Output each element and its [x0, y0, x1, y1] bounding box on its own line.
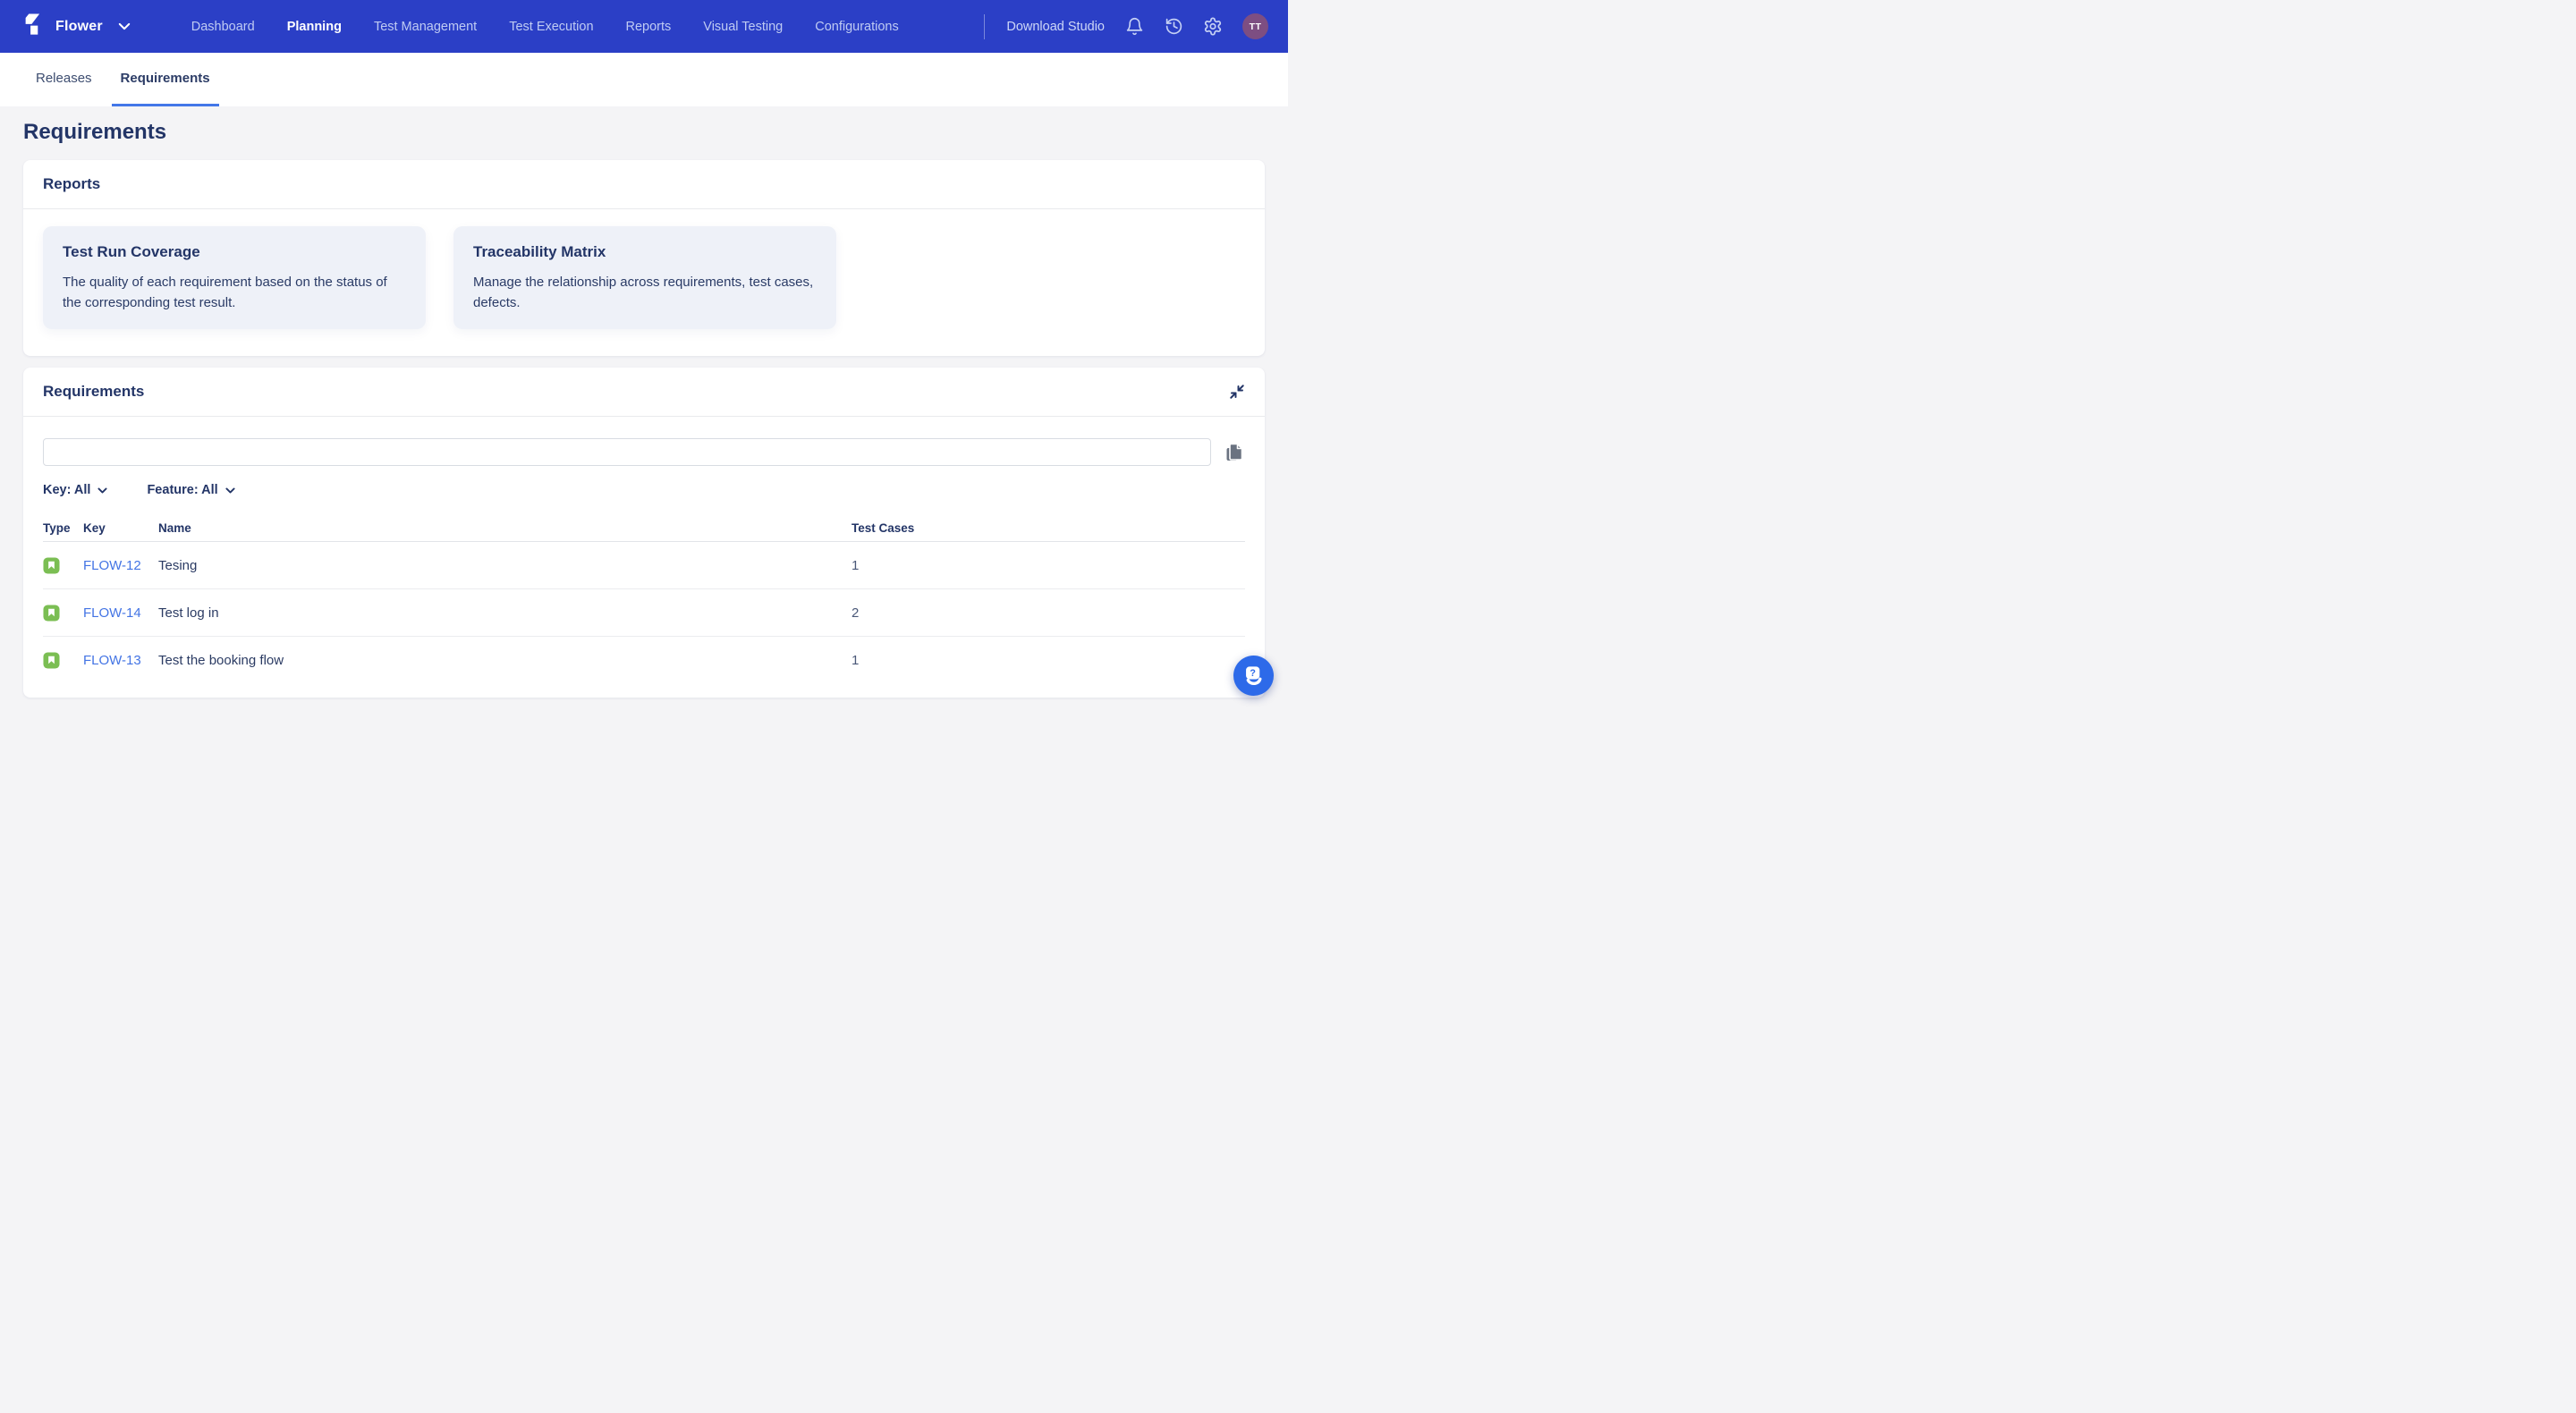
nav-item-test-execution[interactable]: Test Execution — [509, 20, 593, 34]
table-row: FLOW-12 Tesing 1 — [43, 542, 1245, 589]
requirement-type-icon — [43, 652, 60, 669]
katalon-logo-icon — [22, 12, 40, 42]
report-tile-description: Manage the relationship across requireme… — [473, 272, 817, 313]
navbar-right: Download Studio TT — [984, 13, 1268, 39]
reports-card-body: Test Run Coverage The quality of each re… — [23, 209, 1265, 356]
chevron-down-icon — [225, 487, 235, 494]
sub-tabbar: Releases Requirements — [0, 53, 1288, 106]
reports-card-title: Reports — [43, 175, 100, 193]
requirement-key-link[interactable]: FLOW-12 — [83, 558, 158, 573]
tab-requirements-label: Requirements — [121, 71, 210, 86]
chevron-down-icon — [97, 487, 107, 494]
main-nav: Dashboard Planning Test Management Test … — [191, 20, 899, 34]
requirement-key-link[interactable]: FLOW-13 — [83, 653, 158, 668]
test-case-count: 1 — [852, 653, 1245, 668]
filters-row: Key: All Feature: All — [43, 483, 1245, 497]
requirement-name: Test the booking flow — [158, 653, 852, 668]
search-row — [43, 438, 1245, 466]
help-button[interactable]: ? — [1233, 656, 1274, 696]
tab-releases-label: Releases — [36, 71, 92, 86]
svg-text:?: ? — [1250, 668, 1256, 679]
report-tile-title: Traceability Matrix — [473, 243, 817, 261]
top-navbar: Flower Dashboard Planning Test Managemen… — [0, 0, 1288, 53]
report-tile-description: The quality of each requirement based on… — [63, 272, 406, 313]
test-case-count: 2 — [852, 605, 1245, 621]
nav-item-configurations[interactable]: Configurations — [815, 20, 899, 34]
requirement-type-icon — [43, 557, 60, 574]
report-tile-test-run-coverage[interactable]: Test Run Coverage The quality of each re… — [43, 226, 426, 329]
requirements-card: Requirements Key: All — [23, 368, 1265, 698]
tab-releases[interactable]: Releases — [27, 53, 101, 106]
requirement-type-icon — [43, 605, 60, 622]
requirement-name: Test log in — [158, 605, 852, 621]
reports-card-header: Reports — [23, 160, 1265, 209]
nav-item-visual-testing[interactable]: Visual Testing — [703, 20, 783, 34]
notifications-bell-icon[interactable] — [1124, 17, 1144, 37]
requirements-card-header: Requirements — [23, 368, 1265, 417]
settings-gear-icon[interactable] — [1203, 17, 1223, 37]
project-switcher[interactable]: Flower — [55, 19, 131, 35]
nav-item-dashboard[interactable]: Dashboard — [191, 20, 255, 34]
nav-item-reports[interactable]: Reports — [626, 20, 672, 34]
copy-button[interactable] — [1224, 442, 1245, 463]
page-title: Requirements — [23, 120, 1265, 145]
chevron-down-icon — [118, 22, 131, 30]
search-input[interactable] — [43, 438, 1211, 466]
requirement-key-link[interactable]: FLOW-14 — [83, 605, 158, 621]
column-header-test-cases: Test Cases — [852, 521, 1245, 535]
column-header-key: Key — [83, 521, 158, 535]
navbar-divider — [984, 14, 985, 39]
report-tile-title: Test Run Coverage — [63, 243, 406, 261]
project-name: Flower — [55, 19, 103, 35]
column-header-name: Name — [158, 521, 852, 535]
help-chat-icon: ? — [1241, 664, 1266, 688]
filter-feature-label: Feature: All — [147, 483, 217, 497]
minimize-icon — [1229, 384, 1245, 400]
table-header-row: Type Key Name Test Cases — [43, 515, 1245, 542]
table-row: FLOW-14 Test log in 2 — [43, 589, 1245, 637]
copy-icon — [1224, 442, 1245, 463]
filter-feature[interactable]: Feature: All — [147, 483, 234, 497]
requirement-name: Tesing — [158, 558, 852, 573]
column-header-type: Type — [43, 521, 83, 535]
test-case-count: 1 — [852, 558, 1245, 573]
filter-key-label: Key: All — [43, 483, 90, 497]
report-tile-traceability-matrix[interactable]: Traceability Matrix Manage the relations… — [453, 226, 836, 329]
reports-card: Reports Test Run Coverage The quality of… — [23, 160, 1265, 356]
requirements-card-body: Key: All Feature: All Type Key Name Test… — [23, 417, 1265, 684]
collapse-panel-button[interactable] — [1229, 384, 1245, 400]
history-icon[interactable] — [1164, 17, 1183, 37]
download-studio-link[interactable]: Download Studio — [1006, 20, 1105, 34]
nav-item-test-management[interactable]: Test Management — [374, 20, 477, 34]
tab-requirements[interactable]: Requirements — [112, 53, 219, 106]
filter-key[interactable]: Key: All — [43, 483, 107, 497]
nav-item-planning[interactable]: Planning — [287, 20, 342, 34]
user-avatar[interactable]: TT — [1242, 13, 1268, 39]
requirements-card-title: Requirements — [43, 383, 144, 401]
table-row: FLOW-13 Test the booking flow 1 — [43, 637, 1245, 684]
requirements-table: Type Key Name Test Cases FLOW-12 Tesing … — [43, 515, 1245, 684]
